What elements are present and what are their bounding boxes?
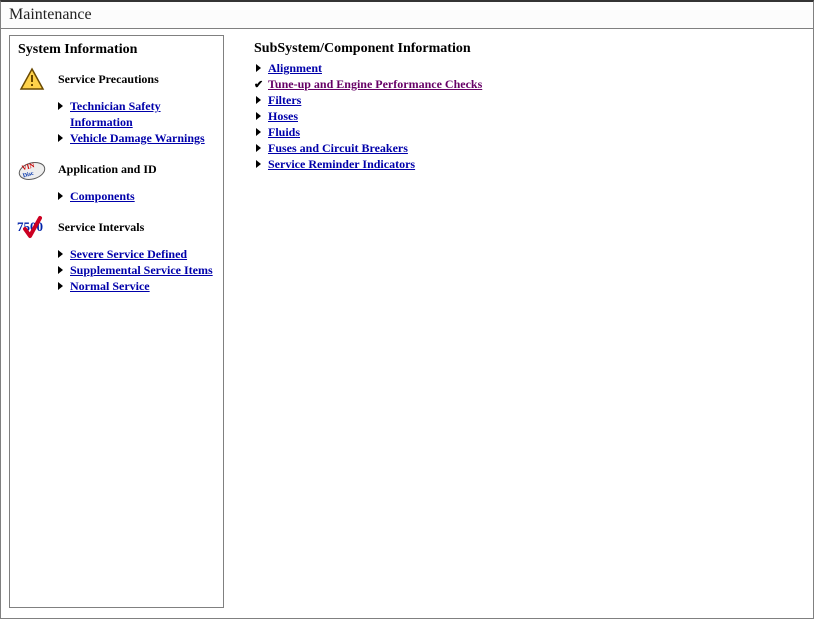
page-title-text: Maintenance <box>9 6 92 23</box>
list-item: Filters <box>256 92 801 108</box>
sidebar-item: Vehicle Damage Warnings <box>58 130 219 146</box>
triangle-bullet-icon <box>58 192 63 200</box>
triangle-bullet-icon <box>58 134 63 142</box>
triangle-bullet-icon <box>58 266 63 274</box>
sidebar-item: Components <box>58 188 219 204</box>
triangle-bullet-icon <box>256 96 261 104</box>
window-frame: Maintenance System Information Service P… <box>0 0 814 619</box>
triangle-bullet-icon <box>58 282 63 290</box>
sidebar-section-service-precautions: Service Precautions <box>14 60 219 98</box>
link-normal-service[interactable]: Normal Service <box>70 279 150 293</box>
triangle-bullet-icon <box>256 160 261 168</box>
link-vehicle-damage-warnings[interactable]: Vehicle Damage Warnings <box>70 131 205 145</box>
section-label: Service Intervals <box>58 220 144 235</box>
triangle-bullet-icon <box>256 144 261 152</box>
sidebar-sublist: Severe Service Defined Supplemental Serv… <box>14 246 219 298</box>
sidebar-section-application-id: VIN Disc Application and ID <box>14 150 219 188</box>
vin-disc-icon: VIN Disc <box>16 156 48 182</box>
section-label: Service Precautions <box>58 72 159 87</box>
7500-check-icon: 7500 <box>16 214 48 240</box>
list-item: ✔ Tune-up and Engine Performance Checks <box>256 76 801 92</box>
link-hoses[interactable]: Hoses <box>268 109 298 123</box>
main-list: Alignment ✔ Tune-up and Engine Performan… <box>234 60 801 176</box>
checkmark-icon: ✔ <box>254 77 263 93</box>
sidebar-item: Normal Service <box>58 278 219 294</box>
list-item: Fuses and Circuit Breakers <box>256 140 801 156</box>
main-panel: SubSystem/Component Information Alignmen… <box>230 35 805 608</box>
sidebar-item: Severe Service Defined <box>58 246 219 262</box>
sidebar: System Information Service Precautions T… <box>9 35 224 608</box>
sidebar-item: Technician Safety Information <box>58 98 219 130</box>
section-label: Application and ID <box>58 162 157 177</box>
link-severe-service-defined[interactable]: Severe Service Defined <box>70 247 187 261</box>
link-fluids[interactable]: Fluids <box>268 125 300 139</box>
sidebar-sublist: Technician Safety Information Vehicle Da… <box>14 98 219 150</box>
link-tune-up-engine-performance[interactable]: Tune-up and Engine Performance Checks <box>268 77 482 91</box>
link-supplemental-service-items[interactable]: Supplemental Service Items <box>70 263 213 277</box>
triangle-bullet-icon <box>256 128 261 136</box>
link-components[interactable]: Components <box>70 189 135 203</box>
link-service-reminder-indicators[interactable]: Service Reminder Indicators <box>268 157 415 171</box>
triangle-bullet-icon <box>256 64 261 72</box>
sidebar-item: Supplemental Service Items <box>58 262 219 278</box>
link-fuses-circuit-breakers[interactable]: Fuses and Circuit Breakers <box>268 141 408 155</box>
list-item: Alignment <box>256 60 801 76</box>
link-technician-safety-information[interactable]: Technician Safety Information <box>70 99 161 129</box>
list-item: Service Reminder Indicators <box>256 156 801 172</box>
page-title: Maintenance <box>1 2 813 29</box>
list-item: Fluids <box>256 124 801 140</box>
warning-triangle-icon <box>16 66 48 92</box>
sidebar-sublist: Components <box>14 188 219 208</box>
triangle-bullet-icon <box>58 250 63 258</box>
link-alignment[interactable]: Alignment <box>268 61 322 75</box>
triangle-bullet-icon <box>58 102 63 110</box>
list-item: Hoses <box>256 108 801 124</box>
sidebar-section-service-intervals: 7500 Service Intervals <box>14 208 219 246</box>
link-filters[interactable]: Filters <box>268 93 301 107</box>
triangle-bullet-icon <box>256 112 261 120</box>
content-area: System Information Service Precautions T… <box>1 29 813 614</box>
sidebar-heading: System Information <box>14 42 219 60</box>
main-heading: SubSystem/Component Information <box>234 41 801 59</box>
